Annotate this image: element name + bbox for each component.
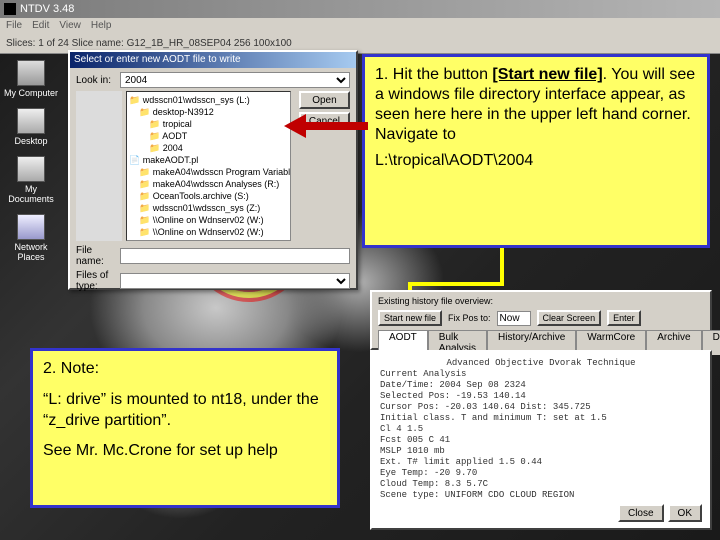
output-line: Selected Pos: -19.53 140.14 <box>380 391 702 402</box>
callout1-button-ref: [Start new file] <box>492 66 602 83</box>
output-line: Scene type: UNIFORM CDO CLOUD REGION <box>380 490 702 501</box>
tree-node[interactable]: OceanTools.archive (S:) <box>129 190 288 202</box>
control-panel: Existing history file overview: Start ne… <box>370 290 712 350</box>
callout2-line1: 2. Note: <box>43 359 327 380</box>
tree-node[interactable]: 2004 <box>129 142 288 154</box>
callout2-line3: See Mr. Mc.Crone for set up help <box>43 441 327 462</box>
open-button[interactable]: Open <box>299 91 350 109</box>
app-icon <box>4 3 16 15</box>
places-bar <box>76 91 122 241</box>
tree-node[interactable]: makeAODT.pl <box>129 154 288 166</box>
start-new-file-button[interactable]: Start new file <box>378 310 442 326</box>
tree-node[interactable]: wdsscn01\wdsscn_sys (L:) <box>129 94 288 106</box>
menu-help[interactable]: Help <box>91 20 112 32</box>
icon-my-computer[interactable]: My Computer <box>4 60 58 98</box>
callout2-line2: “L: drive” is mounted to nt18, under the… <box>43 390 327 432</box>
output-header: Advanced Objective Dvorak Technique <box>380 358 702 369</box>
callout1-path: L:\tropical\AODT\2004 <box>375 151 697 171</box>
toolbar-text: Slices: 1 of 24 Slice name: G12_1B_HR_08… <box>6 38 292 49</box>
tree-node[interactable]: 2-A <box>129 238 288 241</box>
history-file-label: Existing history file overview: <box>378 296 493 306</box>
tree-node[interactable]: AODT <box>129 130 288 142</box>
menu-file[interactable]: File <box>6 20 22 32</box>
filetype-label: Files of type: <box>76 270 116 292</box>
tree-node[interactable]: makeA04\wdsscn Program Variables (P:) <box>129 166 288 178</box>
filename-label: File name: <box>76 245 116 267</box>
tree-node[interactable]: \\Online on Wdnserv02 (W:) <box>129 226 288 238</box>
lookin-select[interactable]: 2004 <box>120 72 350 88</box>
icon-desktop[interactable]: Desktop <box>4 108 58 146</box>
app-titlebar: NTDV 3.48 <box>0 0 720 18</box>
icon-network-places[interactable]: Network Places <box>4 214 58 262</box>
output-ok-button[interactable]: OK <box>668 504 702 522</box>
instruction-callout-1: 1. Hit the button [Start new file]. You … <box>362 54 710 248</box>
output-line: Cl 4 1.5 <box>380 424 702 435</box>
tree-node[interactable]: makeA04\wdsscn Analyses (R:) <box>129 178 288 190</box>
file-dialog-title: Select or enter new AODT file to write <box>70 52 356 68</box>
output-close-button[interactable]: Close <box>618 504 664 522</box>
output-line: Fcst 005 C 41 <box>380 435 702 446</box>
file-tree[interactable]: wdsscn01\wdsscn_sys (L:)desktop-N3912tro… <box>126 91 291 241</box>
clear-screen-button[interactable]: Clear Screen <box>537 310 602 326</box>
menu-view[interactable]: View <box>59 20 81 32</box>
output-panel: Advanced Objective Dvorak Technique Curr… <box>370 350 712 530</box>
output-line: Cloud Temp: 8.3 5.7C <box>380 479 702 490</box>
desktop-icons: My Computer Desktop My Documents Network… <box>4 60 58 262</box>
output-line: Eye Temp: -20 9.70 <box>380 468 702 479</box>
tree-node[interactable]: wdsscn01\wdsscn_sys (Z:) <box>129 202 288 214</box>
output-line: MSLP 1010 mb <box>380 446 702 457</box>
filename-input[interactable] <box>120 248 350 264</box>
callout1-prefix: 1. Hit the button <box>375 66 492 83</box>
tree-node[interactable]: tropical <box>129 118 288 130</box>
output-line: Ext. T# limit applied 1.5 0.44 <box>380 457 702 468</box>
tree-node[interactable]: \\Online on Wdnserv02 (W:) <box>129 214 288 226</box>
menu-edit[interactable]: Edit <box>32 20 49 32</box>
filetype-select[interactable] <box>120 273 350 289</box>
app-menubar: File Edit View Help <box>0 18 720 34</box>
file-dialog: Select or enter new AODT file to write L… <box>68 50 358 290</box>
fix-pos-label: Fix Pos to: <box>448 313 491 323</box>
instruction-callout-2: 2. Note: “L: drive” is mounted to nt18, … <box>30 348 340 508</box>
app-title: NTDV 3.48 <box>20 3 74 15</box>
output-body: Current AnalysisDate/Time: 2004 Sep 08 2… <box>380 369 702 501</box>
enter-button[interactable]: Enter <box>607 310 641 326</box>
icon-my-documents[interactable]: My Documents <box>4 156 58 204</box>
output-line: Date/Time: 2004 Sep 08 2324 <box>380 380 702 391</box>
output-line: Current Analysis <box>380 369 702 380</box>
tree-node[interactable]: desktop-N3912 <box>129 106 288 118</box>
fix-pos-input[interactable] <box>497 311 531 326</box>
output-line: Cursor Pos: -20.03 140.64 Dist: 345.725 <box>380 402 702 413</box>
lookin-label: Look in: <box>76 75 116 86</box>
output-line: Initial class. T and minimum T: set at 1… <box>380 413 702 424</box>
cancel-button[interactable]: Cancel <box>299 112 350 130</box>
